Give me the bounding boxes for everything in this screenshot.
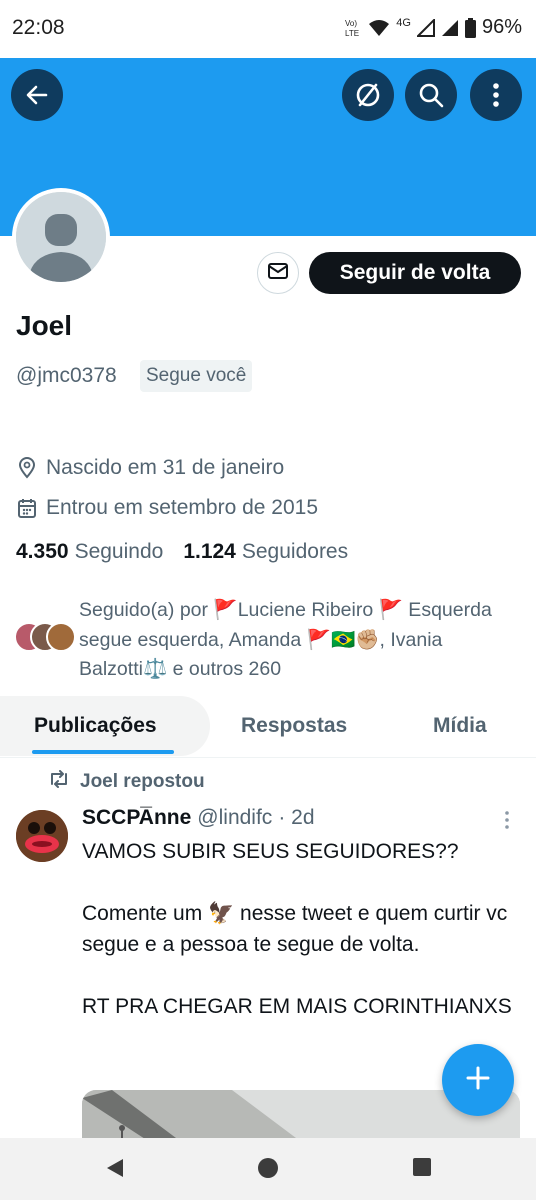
following-count: 4.350 (16, 540, 69, 563)
calendar-icon (18, 498, 36, 518)
post-header: SCCPA̅nne @lindifc · 2d (82, 806, 315, 830)
repost-icon (48, 770, 70, 794)
back-triangle-icon[interactable] (104, 1157, 126, 1184)
battery-percent: 96% (481, 16, 522, 38)
battery-icon (464, 17, 476, 38)
followed-by-text[interactable]: Seguido(a) por 🚩Luciene Ribeiro 🚩 Esquer… (79, 596, 529, 685)
tab-respostas[interactable]: Respostas (241, 714, 347, 738)
followers-count: 1.124 (183, 540, 236, 563)
joined-text: Entrou em setembro de 2015 (46, 496, 318, 519)
svg-text:Vo): Vo) (345, 19, 357, 28)
plus-icon (465, 1065, 491, 1096)
post-author-name[interactable]: SCCPA̅nne (82, 806, 191, 830)
eye-slash-icon (353, 80, 383, 110)
followers-label: Seguidores (241, 540, 349, 563)
network-type-label: 4G (396, 16, 411, 29)
profile-name: Joel (16, 310, 73, 341)
birthday-row: Nascido em 31 de janeiro (18, 456, 284, 480)
home-circle-icon[interactable] (257, 1157, 279, 1184)
status-bar: 22:08 Vo) LTE 4G 96% (0, 0, 536, 58)
post-author-avatar[interactable] (16, 810, 68, 862)
wifi-icon (368, 19, 390, 37)
following-label: Seguindo (74, 540, 164, 563)
repost-indicator: Joel repostou (48, 770, 205, 794)
followers-you-know-avatars[interactable] (14, 622, 76, 654)
svg-text:LTE: LTE (345, 29, 359, 38)
following-link[interactable]: 4.350 Seguindo (16, 540, 163, 564)
profile-tabs: Publicações Respostas Mídia (0, 696, 536, 758)
profile-avatar[interactable] (12, 188, 110, 286)
follow-back-button[interactable]: Seguir de volta (309, 252, 521, 294)
recents-square-icon[interactable] (412, 1157, 432, 1182)
system-nav-bar (0, 1138, 536, 1200)
repost-label: Joel repostou (80, 771, 205, 792)
mail-icon (267, 262, 289, 285)
message-button[interactable] (257, 252, 299, 294)
post-more-icon[interactable] (504, 810, 510, 836)
tab-midia[interactable]: Mídia (433, 714, 487, 738)
post-time: · 2d (278, 806, 315, 829)
signal-icon-2 (441, 19, 459, 37)
post-text: VAMOS SUBIR SEUS SEGUIDORES?? Comente um… (82, 840, 512, 1018)
default-avatar-icon (16, 192, 106, 282)
mini-avatar (46, 622, 76, 652)
profile-handle: @jmc0378 (16, 364, 117, 387)
tab-publicacoes[interactable]: Publicações (34, 714, 157, 738)
arrow-left-icon (24, 82, 50, 108)
compose-button[interactable] (442, 1044, 514, 1116)
more-vertical-icon (492, 82, 500, 108)
joined-row: Entrou em setembro de 2015 (18, 496, 318, 520)
active-tab-indicator (32, 750, 174, 754)
follow-stats: 4.350 Seguindo 1.124 Seguidores (16, 540, 348, 564)
volte-icon: Vo) LTE (344, 17, 362, 39)
status-time: 22:08 (12, 16, 65, 39)
post-author-handle[interactable]: @lindifc (197, 806, 272, 830)
followers-link[interactable]: 1.124 Seguidores (183, 540, 348, 564)
status-icons: Vo) LTE 4G 96% (344, 16, 522, 39)
search-icon (417, 81, 445, 109)
back-button[interactable] (11, 69, 63, 121)
signal-icon (416, 18, 435, 37)
birthday-text: Nascido em 31 de janeiro (46, 456, 285, 479)
more-options-button[interactable] (470, 69, 522, 121)
hide-button[interactable] (342, 69, 394, 121)
search-button[interactable] (405, 69, 457, 121)
location-pin-icon (18, 457, 36, 479)
follows-you-badge: Segue você (140, 360, 253, 392)
